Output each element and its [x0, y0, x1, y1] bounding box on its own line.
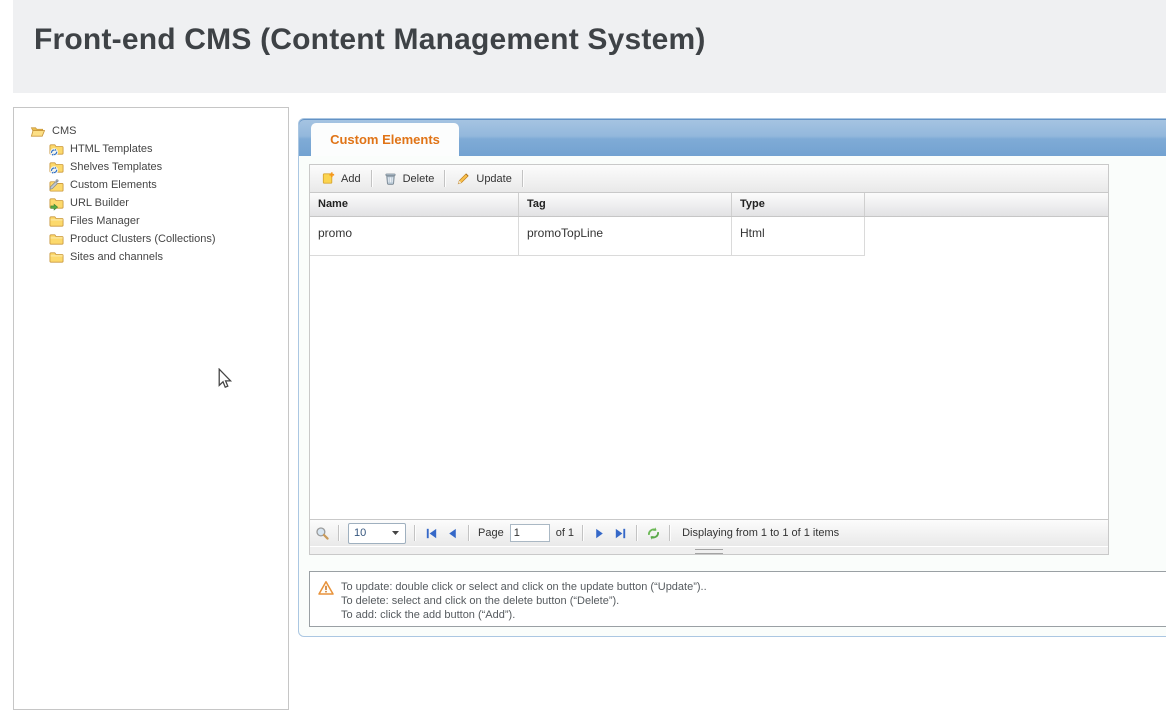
trash-icon — [383, 171, 398, 186]
tree-item-label: Custom Elements — [70, 179, 157, 191]
tree-item-label: HTML Templates — [70, 143, 153, 155]
pager-separator — [338, 525, 340, 541]
last-page-icon[interactable] — [613, 526, 628, 541]
help-box: To update: double click or select and cl… — [309, 571, 1166, 627]
add-icon — [321, 171, 336, 186]
search-icon[interactable] — [315, 526, 330, 541]
tree-item-label: Shelves Templates — [70, 161, 162, 173]
previous-page-icon[interactable] — [445, 526, 460, 541]
folder-icon — [49, 250, 64, 265]
sidebar-item-product-clusters[interactable]: Product Clusters (Collections) — [49, 230, 288, 248]
page-size-value: 10 — [354, 527, 366, 539]
grid-body: promo promoTopLine Html — [310, 217, 1108, 519]
pencil-icon — [456, 171, 471, 186]
grid-resize-strip — [310, 546, 1108, 554]
page-label: Page — [478, 527, 504, 539]
grid-toolbar: Add Delete Update — [310, 165, 1108, 193]
folder-icon — [49, 214, 64, 229]
tab-strip: Custom Elements — [299, 119, 1166, 156]
table-row[interactable]: promo promoTopLine Html — [310, 217, 865, 256]
grid-column-headers: Name Tag Type — [310, 193, 1108, 217]
tree-item-label: Files Manager — [70, 215, 140, 227]
cms-tree: CMS HTML Templates Shelves Templ — [14, 108, 288, 266]
page-size-select[interactable]: 10 — [348, 523, 406, 544]
add-button[interactable]: Add — [312, 168, 370, 190]
folder-icon — [49, 232, 64, 247]
sidebar-item-shelves-templates[interactable]: Shelves Templates — [49, 158, 288, 176]
pager-separator — [669, 525, 671, 541]
folder-link-icon — [49, 196, 64, 211]
cell-tag: promoTopLine — [519, 217, 732, 255]
pager-separator — [582, 525, 584, 541]
pager-separator — [468, 525, 470, 541]
sidebar-item-html-templates[interactable]: HTML Templates — [49, 140, 288, 158]
delete-button-label: Delete — [403, 173, 435, 185]
toolbar-separator — [444, 170, 446, 187]
custom-elements-panel: Custom Elements Add Delete — [298, 118, 1166, 637]
pagination-bar: 10 Page of 1 — [310, 519, 1108, 546]
toolbar-separator — [522, 170, 524, 187]
column-header-name[interactable]: Name — [310, 193, 519, 216]
column-header-type[interactable]: Type — [732, 193, 865, 216]
help-line-update: To update: double click or select and cl… — [341, 580, 707, 594]
folder-sync-icon — [49, 160, 64, 175]
delete-button[interactable]: Delete — [374, 168, 444, 190]
tree-root-cms[interactable]: CMS — [30, 122, 288, 140]
add-button-label: Add — [341, 173, 361, 185]
page-number-input[interactable] — [510, 524, 550, 542]
sidebar-item-url-builder[interactable]: URL Builder — [49, 194, 288, 212]
sidebar-item-sites-and-channels[interactable]: Sites and channels — [49, 248, 288, 266]
open-folder-icon — [30, 124, 45, 139]
tree-root-label: CMS — [52, 125, 76, 137]
help-text: To update: double click or select and cl… — [341, 580, 707, 618]
tree-item-label: URL Builder — [70, 197, 129, 209]
folder-edit-icon — [49, 178, 64, 193]
page-title: Front-end CMS (Content Management System… — [13, 0, 1166, 57]
help-line-delete: To delete: select and click on the delet… — [341, 594, 707, 608]
next-page-icon[interactable] — [592, 526, 607, 541]
warning-icon — [318, 580, 334, 596]
sidebar-item-files-manager[interactable]: Files Manager — [49, 212, 288, 230]
tree-item-label: Product Clusters (Collections) — [70, 233, 216, 245]
cell-type: Html — [732, 217, 865, 255]
chevron-down-icon — [391, 529, 400, 537]
pagination-status: Displaying from 1 to 1 of 1 items — [682, 527, 839, 539]
folder-sync-icon — [49, 142, 64, 157]
tab-custom-elements[interactable]: Custom Elements — [311, 123, 459, 156]
page-of-label: of 1 — [556, 527, 574, 539]
column-header-tag[interactable]: Tag — [519, 193, 732, 216]
help-line-add: To add: click the add button (“Add”). — [341, 608, 707, 622]
cell-name: promo — [310, 217, 519, 255]
resize-grip-handle[interactable] — [695, 549, 723, 554]
refresh-icon[interactable] — [646, 526, 661, 541]
first-page-icon[interactable] — [424, 526, 439, 541]
update-button-label: Update — [476, 173, 511, 185]
custom-elements-grid: Add Delete Update — [309, 164, 1109, 555]
sidebar-item-custom-elements[interactable]: Custom Elements — [49, 176, 288, 194]
app-header: Front-end CMS (Content Management System… — [13, 0, 1166, 93]
toolbar-separator — [371, 170, 373, 187]
update-button[interactable]: Update — [447, 168, 520, 190]
pager-separator — [636, 525, 638, 541]
pager-separator — [414, 525, 416, 541]
tree-item-label: Sites and channels — [70, 251, 163, 263]
sidebar-tree-panel: CMS HTML Templates Shelves Templ — [13, 107, 289, 710]
column-header-empty — [865, 193, 1108, 216]
